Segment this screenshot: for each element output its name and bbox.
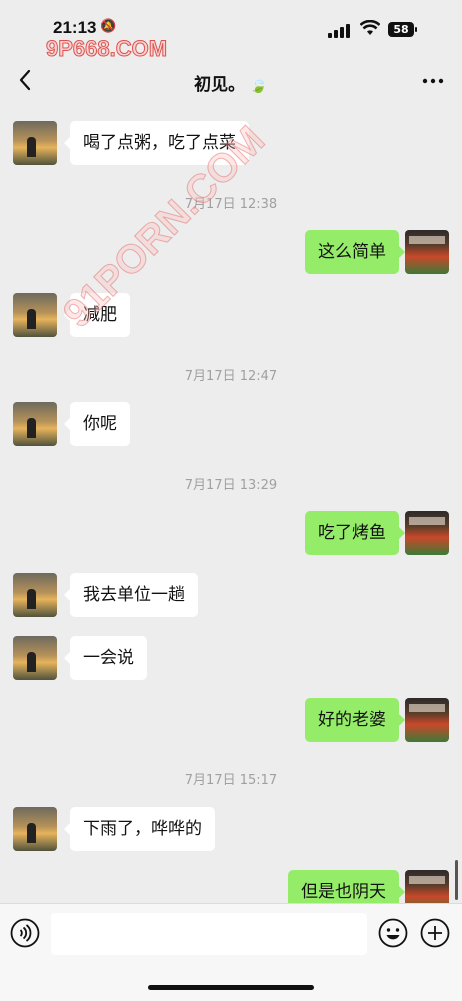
timestamp: 7月17日 13:29 [184, 478, 278, 493]
scrollbar[interactable] [455, 860, 458, 900]
wifi-icon [359, 19, 381, 40]
chat-title: 初见。 🍃 [0, 70, 462, 95]
plus-button[interactable] [419, 917, 451, 949]
contact-avatar[interactable] [13, 807, 57, 851]
message-bubble[interactable]: 减肥 [64, 293, 130, 337]
message-bubble[interactable]: 但是也阴天 [288, 870, 405, 903]
timestamp: 7月17日 12:38 [184, 197, 278, 212]
chat-header: 初见。 🍃 [0, 55, 462, 105]
message-input[interactable] [51, 913, 367, 955]
battery-indicator: 58 [388, 22, 417, 37]
voice-icon [10, 918, 40, 948]
home-indicator[interactable] [148, 985, 314, 990]
message-bubble[interactable]: 我去单位一趟 [64, 573, 198, 617]
self-avatar[interactable] [405, 230, 449, 274]
contact-avatar[interactable] [13, 402, 57, 446]
self-avatar[interactable] [405, 870, 449, 903]
contact-avatar[interactable] [13, 121, 57, 165]
more-icon [422, 78, 444, 84]
contact-avatar[interactable] [13, 573, 57, 617]
emoji-button[interactable] [377, 917, 409, 949]
contact-avatar[interactable] [13, 293, 57, 337]
plus-icon [420, 918, 450, 948]
more-button[interactable] [418, 69, 448, 93]
message-bubble[interactable]: 下雨了，哗哗的 [64, 807, 215, 851]
message-bubble[interactable]: 一会说 [64, 636, 147, 680]
message-bubble[interactable]: 这么简单 [305, 230, 405, 274]
message-bubble[interactable]: 好的老婆 [305, 698, 405, 742]
signal-icon [328, 24, 352, 38]
timestamp: 7月17日 15:17 [184, 773, 278, 788]
status-bar: 21:13 🔕 9P668.COM 58 [0, 0, 462, 62]
message-bubble[interactable]: 吃了烤鱼 [305, 511, 405, 555]
status-time: 21:13 [53, 18, 97, 37]
timestamp: 7月17日 12:47 [184, 369, 278, 384]
message-bubble[interactable]: 喝了点粥，吃了点菜 [64, 121, 249, 165]
leaf-emoji-icon: 🍃 [249, 76, 268, 94]
chat-title-text: 初见。 [194, 75, 246, 95]
message-bubble[interactable]: 你呢 [64, 402, 130, 446]
voice-button[interactable] [9, 917, 41, 949]
mute-bell-icon: 🔕 [100, 19, 117, 34]
contact-avatar[interactable] [13, 636, 57, 680]
self-avatar[interactable] [405, 698, 449, 742]
self-avatar[interactable] [405, 511, 449, 555]
emoji-icon [378, 918, 408, 948]
message-list[interactable]: 喝了点粥，吃了点菜 7月17日 12:38 这么简单 减肥 7月17日 12:4… [0, 105, 462, 903]
